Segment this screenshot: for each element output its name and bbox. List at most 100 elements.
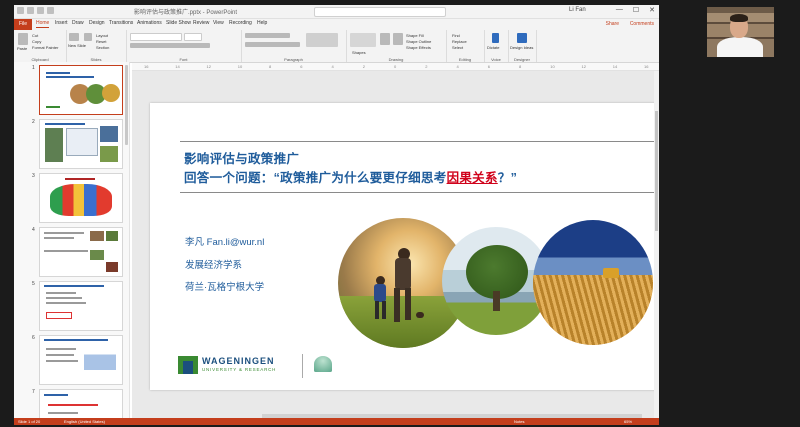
maximize-button[interactable]: ☐ [633,6,639,14]
group-drawing: Shapes Shape Fill Shape Outline Shape Ef… [346,30,447,62]
author-line[interactable]: 李凡 Fan.li@wur.nl [185,234,264,248]
font-family-select[interactable] [130,33,182,41]
tab-design[interactable]: Design [89,20,105,26]
wur-logo-icon [178,356,198,374]
replace-button[interactable]: Replace [452,39,467,44]
department-line[interactable]: 发展经济学系 [185,257,242,271]
quick-styles-icon[interactable] [393,33,403,45]
zoom-level[interactable]: 65% [624,419,632,424]
tab-home[interactable]: Home [36,20,50,28]
quick-access-toolbar[interactable] [17,7,54,14]
search-box[interactable] [314,7,446,17]
reuse-slides-icon[interactable] [84,33,92,41]
font-size-select[interactable] [184,33,202,41]
layout-button[interactable]: Layout [96,33,108,38]
group-voice: Dictate Voice [484,30,509,62]
design-ideas-button[interactable]: Design Ideas [510,45,533,50]
group-label: Drawing [388,57,404,62]
slide-title-line2[interactable]: 回答一个问题：“政策推广为什么要更仔细思考因果关系？” [184,167,517,186]
current-slide[interactable]: 影响评估与政策推广 回答一个问题：“政策推广为什么要更仔细思考因果关系？” 李凡… [150,103,659,390]
font-format-buttons[interactable] [130,43,210,48]
find-button[interactable]: Find [452,33,460,38]
slide-thumbnail-1[interactable] [39,65,123,115]
new-slide-button[interactable]: New Slide [68,43,86,48]
vertical-scrollbar[interactable] [654,71,659,418]
slide-thumbnail-pane[interactable]: 1 2 3 4 5 6 7 [14,62,130,418]
tab-file[interactable]: File [14,19,32,30]
design-ideas-icon[interactable] [517,33,527,43]
tab-transitions[interactable]: Transitions [109,20,133,26]
language-indicator[interactable]: English (United States) [64,419,105,424]
slide-thumbnail-2[interactable] [39,119,123,169]
shape-fill-button[interactable]: Shape Fill [406,33,424,38]
undo-icon[interactable] [37,7,44,14]
ruler-tick: 2 [425,64,428,69]
shapes-gallery[interactable] [350,33,376,47]
tab-view[interactable]: View [213,20,224,26]
webcam-video [707,7,774,57]
dictate-button[interactable]: Dictate [487,45,499,50]
status-bar: Slide 1 of 20 English (United States) No… [14,418,659,425]
select-button[interactable]: Select [452,45,463,50]
paste-icon[interactable] [18,33,28,45]
redo-icon[interactable] [47,7,54,14]
minimize-button[interactable]: — [616,6,623,14]
group-label: Editing [458,57,472,62]
ruler-tick: 16 [144,64,149,69]
thumbnail-number: 3 [32,173,35,179]
autosave-icon[interactable] [17,7,24,14]
tab-animations[interactable]: Animations [137,20,162,26]
ribbon: Paste Cut Copy Format Painter Clipboard … [14,30,659,63]
slide-thumbnail-5[interactable] [39,281,123,331]
title-text-end: ？” [497,171,518,185]
paste-label[interactable]: Paste [17,46,27,51]
title-bar: 影响评估与政策推广.pptx - PowerPoint Li Fan — ☐ ✕ [14,5,659,19]
comments-button[interactable]: Comments [630,21,654,27]
close-button[interactable]: ✕ [649,6,655,14]
group-clipboard: Paste Cut Copy Format Painter Clipboard [14,30,67,62]
group-label: Paragraph [284,57,303,62]
title-top-rule [180,141,659,142]
save-icon[interactable] [27,7,34,14]
shape-effects-button[interactable]: Shape Effects [406,45,431,50]
slide-thumbnail-4[interactable] [39,227,123,277]
tab-insert[interactable]: Insert [55,20,68,26]
tab-help[interactable]: Help [257,20,267,26]
ruler-tick: 2 [362,64,365,69]
slide-title-line1[interactable]: 影响评估与政策推广 [184,148,299,167]
user-name[interactable]: Li Fan [569,7,586,13]
slide-thumbnail-6[interactable] [39,335,123,385]
text-direction-buttons[interactable] [306,33,338,47]
arrange-icon[interactable] [380,33,390,45]
slide-thumbnail-7[interactable] [39,389,123,418]
list-buttons[interactable] [245,33,290,38]
copy-button[interactable]: Copy [32,39,41,44]
share-button[interactable]: Share [606,21,619,27]
wheat-field-photo[interactable] [533,220,653,345]
university-line[interactable]: 荷兰·瓦格宁根大学 [185,279,264,293]
microphone-icon[interactable] [492,33,499,43]
ruler-tick: 0 [394,64,397,69]
group-paragraph: Paragraph [241,30,347,62]
group-slides: New Slide Layout Reset Section Slides [66,30,127,62]
align-buttons[interactable] [245,42,300,47]
slide-thumbnail-3[interactable] [39,173,123,223]
title-bottom-rule [180,192,659,193]
presenter-body [717,37,763,57]
thumbnail-scrollbar[interactable] [125,65,128,145]
shape-outline-button[interactable]: Shape Outline [406,39,431,44]
new-slide-icon[interactable] [69,33,79,41]
tab-slide-show[interactable]: Slide Show [166,20,191,26]
group-label: Voice [491,57,501,62]
tab-recording[interactable]: Recording [229,20,252,26]
tab-review[interactable]: Review [193,20,209,26]
reset-button[interactable]: Reset [96,39,106,44]
tab-draw[interactable]: Draw [72,20,84,26]
group-label: Font [179,57,188,62]
shapes-label[interactable]: Shapes [352,50,366,55]
cut-button[interactable]: Cut [32,33,38,38]
notes-button[interactable]: Notes [514,419,524,424]
ruler-tick: 14 [612,64,618,69]
section-button[interactable]: Section [96,45,109,50]
format-painter-button[interactable]: Format Painter [32,45,58,50]
